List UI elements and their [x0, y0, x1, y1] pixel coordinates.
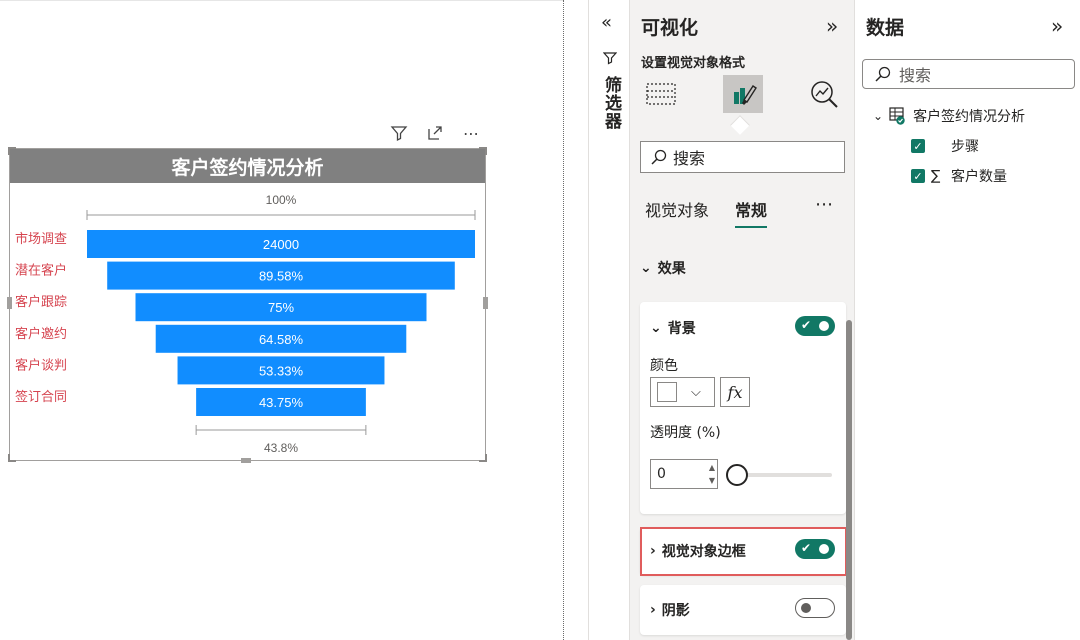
- sigma-icon: ∑: [931, 168, 941, 184]
- data-label: 64.58%: [259, 332, 304, 347]
- category-label: 客户邀约: [15, 326, 67, 342]
- resize-handle-e[interactable]: [483, 297, 488, 309]
- chevron-down-icon: ⌵: [691, 384, 701, 400]
- focus-mode-icon[interactable]: [424, 122, 446, 144]
- search-icon: [875, 66, 891, 82]
- background-toggle[interactable]: ✔: [795, 316, 835, 336]
- shadow-card: › 阴影: [640, 585, 846, 635]
- field-name: 客户数量: [951, 169, 1007, 185]
- tab-visual[interactable]: 视觉对象: [645, 197, 709, 221]
- highlight-box: [640, 527, 847, 576]
- background-header[interactable]: ⌄ 背景: [650, 318, 696, 338]
- resize-handle-sw[interactable]: [8, 454, 16, 462]
- expand-right-icon[interactable]: »: [826, 14, 838, 38]
- analytics-tab[interactable]: [804, 75, 844, 113]
- chevron-down-icon: ⌄: [873, 109, 884, 123]
- field-name: 步骤: [951, 139, 979, 155]
- data-pane-title: 数据: [866, 17, 905, 39]
- data-search-input[interactable]: 搜索: [862, 59, 1075, 89]
- viz-search-input[interactable]: 搜索: [640, 141, 845, 173]
- table-icon: [889, 107, 905, 125]
- checkbox-checked-icon[interactable]: ✓: [911, 169, 925, 183]
- top-total-label: 100%: [266, 193, 297, 207]
- transparency-label: 透明度 (%): [650, 425, 721, 441]
- table-node[interactable]: ⌄ 客户签约情况分析: [873, 106, 1025, 126]
- expand-right-icon[interactable]: »: [1051, 14, 1063, 38]
- format-visual-tab[interactable]: [723, 75, 763, 113]
- shadow-header[interactable]: › 阴影: [650, 600, 690, 620]
- funnel-chart: 100% 24000 市场调查 89.58% 潜在客户 75% 客户跟踪 64.58% 客户邀约…: [15, 193, 476, 455]
- field-row[interactable]: ✓ ∑ 客户数量: [911, 166, 1007, 186]
- data-label: 53.33%: [259, 363, 304, 378]
- format-brush-icon: [734, 85, 757, 105]
- bottom-total-label: 43.8%: [264, 441, 298, 455]
- build-visual-icon: [646, 83, 676, 105]
- viz-pane-title: 可视化: [641, 17, 699, 39]
- category-label: 客户跟踪: [15, 294, 67, 310]
- background-card: ⌄ 背景 ✔ 颜色 ⌵ fx 透明度 (%) 0 ▲ ▼: [640, 302, 846, 514]
- resize-handle-s[interactable]: [241, 458, 251, 463]
- check-icon: ✔: [801, 318, 812, 332]
- category-label: 签订合同: [15, 389, 67, 405]
- collapse-left-icon[interactable]: «: [601, 12, 612, 33]
- data-label: 24000: [263, 237, 299, 252]
- resize-handle-w[interactable]: [7, 297, 12, 309]
- checkbox-checked-icon[interactable]: ✓: [911, 139, 925, 153]
- data-label: 75%: [268, 300, 294, 315]
- data-label: 89.58%: [259, 269, 304, 284]
- category-label: 客户谈判: [15, 357, 67, 373]
- viz-pane-scrollbar[interactable]: [846, 320, 852, 640]
- field-row[interactable]: ✓ 步骤: [911, 136, 979, 156]
- search-icon: [651, 149, 667, 165]
- visual-header: ⋯: [388, 122, 482, 144]
- filter-funnel-icon[interactable]: [602, 50, 618, 69]
- category-label: 潜在客户: [15, 263, 67, 279]
- build-visual-tab[interactable]: [641, 75, 681, 113]
- color-picker[interactable]: ⌵: [650, 377, 715, 407]
- filter-pane-label[interactable]: 筛选器: [599, 76, 624, 130]
- chevron-right-icon: ›: [650, 602, 656, 618]
- viz-search-placeholder: 搜索: [673, 149, 706, 168]
- filter-icon[interactable]: [388, 122, 410, 144]
- resize-handle-nw[interactable]: [8, 147, 16, 155]
- transparency-slider-track[interactable]: [736, 473, 832, 477]
- format-visual-heading: 设置视觉对象格式: [641, 56, 746, 71]
- effects-section-header[interactable]: ⌄ 效果: [640, 258, 686, 278]
- analytics-icon: [811, 81, 838, 108]
- spin-arrows-icon[interactable]: ▲ ▼: [709, 461, 715, 487]
- more-options-icon[interactable]: ⋯: [460, 122, 482, 144]
- transparency-slider-thumb[interactable]: [726, 464, 748, 486]
- data-label: 43.75%: [259, 395, 304, 410]
- chevron-down-icon: ⌄: [640, 260, 652, 276]
- table-name: 客户签约情况分析: [913, 109, 1026, 125]
- resize-handle-se[interactable]: [479, 454, 487, 462]
- chevron-down-icon: ⌄: [650, 320, 662, 336]
- transparency-input[interactable]: 0 ▲ ▼: [650, 459, 718, 489]
- color-swatch: [657, 382, 677, 402]
- data-pane: 数据 » 搜索 ⌄ 客户签约情况分析 ✓ 步骤 ✓ ∑ 客户数量: [854, 0, 1080, 640]
- color-label: 颜色: [650, 358, 678, 374]
- fx-button[interactable]: fx: [720, 377, 750, 407]
- shadow-toggle[interactable]: [795, 598, 835, 618]
- data-search-placeholder: 搜索: [899, 66, 932, 85]
- resize-handle-ne[interactable]: [479, 147, 487, 155]
- funnel-visual[interactable]: 客户签约情况分析 100% 24000 市场调查 89.58% 潜在客户 75% 客户跟踪 6…: [7, 147, 488, 463]
- more-options-icon[interactable]: ⋯: [815, 194, 833, 215]
- category-label: 市场调查: [15, 231, 67, 247]
- filter-pane: « 筛选器: [588, 0, 629, 640]
- tab-general[interactable]: 常规: [735, 197, 768, 228]
